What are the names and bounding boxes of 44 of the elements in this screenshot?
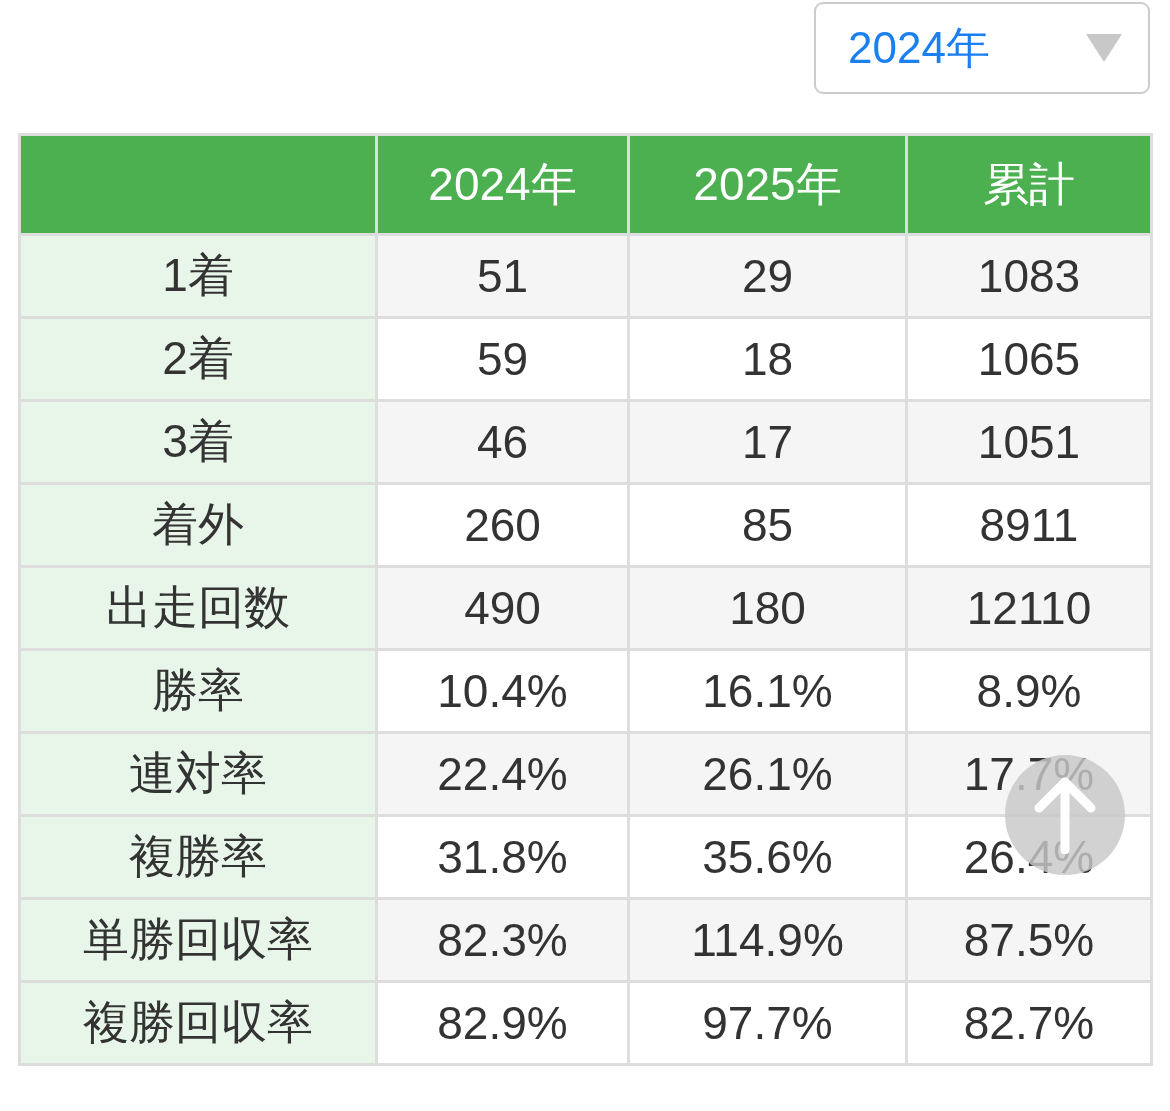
table-cell: 1065 bbox=[906, 317, 1152, 401]
table-cell: 16.1% bbox=[628, 649, 907, 733]
table-cell: 82.9% bbox=[376, 981, 629, 1065]
row-header: 複勝回収率 bbox=[19, 981, 377, 1065]
table-cell: 85 bbox=[628, 483, 907, 567]
row-header: 連対率 bbox=[19, 732, 377, 816]
row-header: 1着 bbox=[19, 234, 377, 318]
table-cell: 82.7% bbox=[906, 981, 1152, 1065]
row-header: 勝率 bbox=[19, 649, 377, 733]
year-value: 2024年 bbox=[848, 21, 990, 74]
table-cell: 82.3% bbox=[376, 898, 629, 982]
table-cell: 260 bbox=[376, 483, 629, 567]
table-cell: 22.4% bbox=[376, 732, 629, 816]
row-header: 複勝率 bbox=[19, 815, 377, 899]
table-cell: 114.9% bbox=[628, 898, 907, 982]
column-header: 2024年 bbox=[376, 134, 629, 235]
table-cell: 18 bbox=[628, 317, 907, 401]
table-cell: 12110 bbox=[906, 566, 1152, 650]
row-header: 着外 bbox=[19, 483, 377, 567]
table-cell: 97.7% bbox=[628, 981, 907, 1065]
table-cell: 59 bbox=[376, 317, 629, 401]
table-cell: 1083 bbox=[906, 234, 1152, 318]
row-header: 3着 bbox=[19, 400, 377, 484]
table-cell: 46 bbox=[376, 400, 629, 484]
table-cell: 490 bbox=[376, 566, 629, 650]
table-cell: 29 bbox=[628, 234, 907, 318]
row-header: 2着 bbox=[19, 317, 377, 401]
table-cell: 8911 bbox=[906, 483, 1152, 567]
column-header: 累計 bbox=[906, 134, 1152, 235]
table-cell: 87.5% bbox=[906, 898, 1152, 982]
table-cell: 26.1% bbox=[628, 732, 907, 816]
table-cell: 31.8% bbox=[376, 815, 629, 899]
table-cell: 51 bbox=[376, 234, 629, 318]
row-header: 出走回数 bbox=[19, 566, 377, 650]
table-cell: 8.9% bbox=[906, 649, 1152, 733]
table-cell: 180 bbox=[628, 566, 907, 650]
dropdown-arrow-icon bbox=[1086, 34, 1122, 62]
row-header: 単勝回収率 bbox=[19, 898, 377, 982]
column-header: 2025年 bbox=[628, 134, 907, 235]
table-cell: 35.6% bbox=[628, 815, 907, 899]
table-cell: 17 bbox=[628, 400, 907, 484]
table-cell: 10.4% bbox=[376, 649, 629, 733]
year-select[interactable]: 2024年 bbox=[814, 2, 1150, 94]
table-cell: 1051 bbox=[906, 400, 1152, 484]
